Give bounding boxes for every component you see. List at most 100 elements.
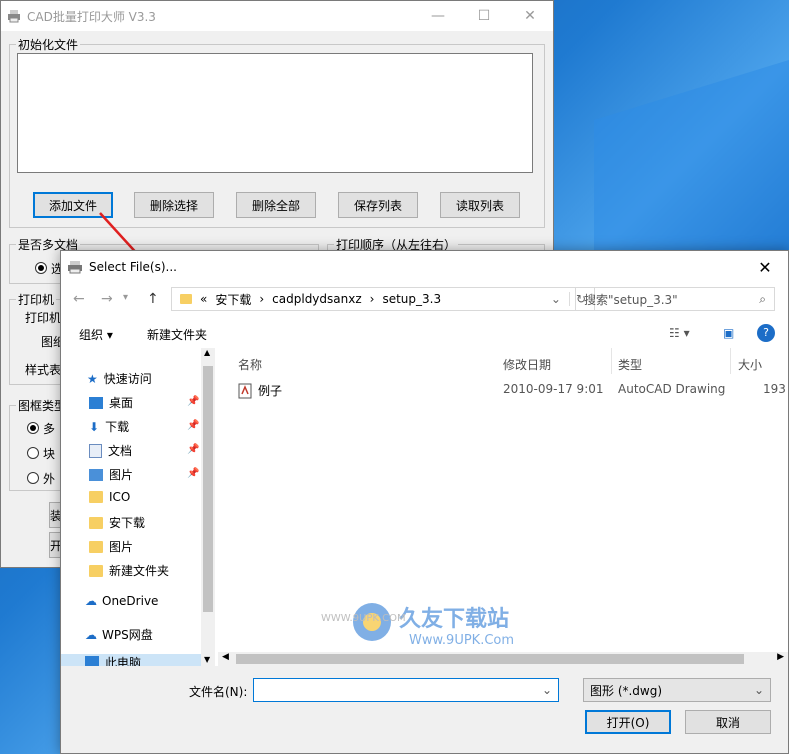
file-date: 2010-09-17 9:01 <box>503 382 604 396</box>
nav-item-ico[interactable]: ICO <box>89 490 130 504</box>
breadcrumb-item[interactable]: setup_3.3 <box>382 292 441 306</box>
nav-scrollbar-thumb[interactable] <box>203 366 213 612</box>
frame-radio-1[interactable] <box>27 422 39 434</box>
dwg-file-icon <box>238 383 252 399</box>
load-list-button[interactable]: 读取列表 <box>440 192 520 218</box>
delete-all-button[interactable]: 删除全部 <box>236 192 316 218</box>
pin-icon: 📌 <box>187 468 200 479</box>
chevron-down-icon[interactable]: ▾ <box>123 292 128 303</box>
select-files-dialog: Select File(s)... ✕ ← → ▾ ↑ « 安下载 › cadp… <box>60 250 789 754</box>
nav-label: 快速访问 <box>103 372 152 386</box>
file-name: 例子 <box>258 384 283 398</box>
nav-item-pictures[interactable]: 图片 <box>89 466 133 483</box>
nav-item-anxiazai[interactable]: 安下载 <box>89 514 145 531</box>
printer-label: 打印机 <box>25 311 62 325</box>
column-size[interactable]: 大小 <box>738 356 762 373</box>
filename-label: 文件名(N): <box>189 685 248 699</box>
nav-quick-access[interactable]: ★ 快速访问 <box>87 370 152 387</box>
nav-label: 安下载 <box>109 516 146 530</box>
chevron-up-icon[interactable]: ▲ <box>204 348 210 357</box>
search-icon: ⌕ <box>759 291 766 306</box>
dialog-close-button[interactable]: ✕ <box>742 251 788 283</box>
up-icon[interactable]: ↑ <box>147 291 159 307</box>
dropdown-icon[interactable]: ⌄ <box>551 292 561 306</box>
address-bar[interactable]: « 安下载 › cadpldydsanxz › setup_3.3 ⌄ ↻ <box>171 287 595 311</box>
navigation-pane: ★ 快速访问 桌面 📌 ⬇ 下载 📌 文档 📌 图片 📌 ICO 安下载 图片 … <box>61 348 218 666</box>
frame-radio-3[interactable] <box>27 472 39 484</box>
search-input[interactable]: 搜索"setup_3.3" ⌕ <box>575 287 775 311</box>
nav-label: OneDrive <box>102 594 159 608</box>
multi-doc-radio[interactable] <box>35 262 47 274</box>
chevron-down-icon[interactable]: ▼ <box>204 655 210 664</box>
main-titlebar: CAD批量打印大师 V3.3 — ☐ ✕ <box>1 1 553 31</box>
dialog-title: Select File(s)... <box>89 260 177 274</box>
nav-label: WPS网盘 <box>102 628 153 642</box>
document-icon <box>89 443 102 458</box>
column-date[interactable]: 修改日期 <box>503 356 551 373</box>
organize-menu[interactable]: 组织 ▾ <box>79 326 113 343</box>
dialog-bottom-bar: 文件名(N): ⌄ 图形 (*.dwg) ⌄ 打开(O) 取消 <box>61 666 788 753</box>
nav-item-pictures-folder[interactable]: 图片 <box>89 538 133 555</box>
open-button[interactable]: 打开(O) <box>585 710 671 734</box>
nav-item-desktop[interactable]: 桌面 <box>89 394 133 411</box>
nav-label: ICO <box>109 490 131 504</box>
breadcrumb-item[interactable]: 安下载 <box>215 291 251 308</box>
column-divider <box>611 348 612 374</box>
breadcrumb-overflow[interactable]: « <box>200 292 207 306</box>
search-placeholder: 搜索"setup_3.3" <box>584 292 678 307</box>
breadcrumb-separator: › <box>259 292 265 306</box>
filetype-value: 图形 (*.dwg) <box>590 683 663 698</box>
frame-option-1: 多 <box>43 422 56 436</box>
file-size: 193 <box>763 382 786 396</box>
nav-item-downloads[interactable]: ⬇ 下载 <box>89 418 129 435</box>
nav-item-documents[interactable]: 文档 <box>89 442 132 459</box>
maximize-button[interactable]: ☐ <box>461 1 507 31</box>
frame-option-2: 块 <box>43 447 56 461</box>
nav-item-wps[interactable]: ☁ WPS网盘 <box>85 626 153 643</box>
folder-icon <box>180 294 192 304</box>
hscroll-thumb[interactable] <box>236 654 744 664</box>
pin-icon: 📌 <box>187 420 200 431</box>
nav-label: 文档 <box>108 444 133 458</box>
frame-option-3: 外 <box>43 472 56 486</box>
minimize-button[interactable]: — <box>415 1 461 31</box>
folder-icon <box>89 491 103 503</box>
chevron-left-icon[interactable]: ◀ <box>222 652 229 662</box>
view-options-icon[interactable]: ☷ ▾ <box>669 326 690 340</box>
nav-item-onedrive[interactable]: ☁ OneDrive <box>85 594 158 608</box>
picture-icon <box>89 468 103 481</box>
breadcrumb-item[interactable]: cadpldydsanxz <box>272 292 361 306</box>
file-list-hscrollbar[interactable]: ◀ ▶ <box>218 652 788 666</box>
frame-radio-2[interactable] <box>27 447 39 459</box>
watermark-brand: 久友下载站 <box>399 607 510 632</box>
watermark-url-small: WWW.9UPK.COM <box>321 613 406 624</box>
column-type[interactable]: 类型 <box>618 356 642 373</box>
filename-input[interactable]: ⌄ <box>253 678 559 702</box>
chevron-down-icon: ⌄ <box>753 683 764 697</box>
back-icon[interactable]: ← <box>73 291 85 307</box>
close-button[interactable]: ✕ <box>507 1 553 31</box>
file-list[interactable] <box>17 53 533 173</box>
nav-label: 图片 <box>109 540 134 554</box>
nav-label: 新建文件夹 <box>109 564 170 578</box>
chevron-right-icon[interactable]: ▶ <box>777 652 784 662</box>
cancel-button[interactable]: 取消 <box>685 710 771 734</box>
main-window-title: CAD批量打印大师 V3.3 <box>27 9 156 24</box>
nav-item-this-pc[interactable]: 此电脑 <box>61 654 201 666</box>
new-folder-button[interactable]: 新建文件夹 <box>147 326 207 343</box>
star-icon: ★ <box>87 371 98 386</box>
nav-scrollbar[interactable]: ▲ ▼ <box>201 348 215 666</box>
desktop-icon <box>89 396 103 409</box>
filetype-select[interactable]: 图形 (*.dwg) ⌄ <box>583 678 771 702</box>
nav-label: 图片 <box>109 468 134 482</box>
save-list-button[interactable]: 保存列表 <box>338 192 418 218</box>
nav-label: 桌面 <box>109 396 134 410</box>
preview-pane-icon[interactable]: ▣ <box>723 326 734 340</box>
nav-item-new-folder[interactable]: 新建文件夹 <box>89 562 169 579</box>
chevron-down-icon[interactable]: ⌄ <box>542 683 552 697</box>
cloud-icon: ☁ <box>85 594 97 608</box>
cloud-icon: ☁ <box>85 627 97 642</box>
help-icon[interactable]: ? <box>757 324 775 342</box>
forward-icon[interactable]: → <box>101 291 113 307</box>
column-name[interactable]: 名称 <box>238 356 262 373</box>
